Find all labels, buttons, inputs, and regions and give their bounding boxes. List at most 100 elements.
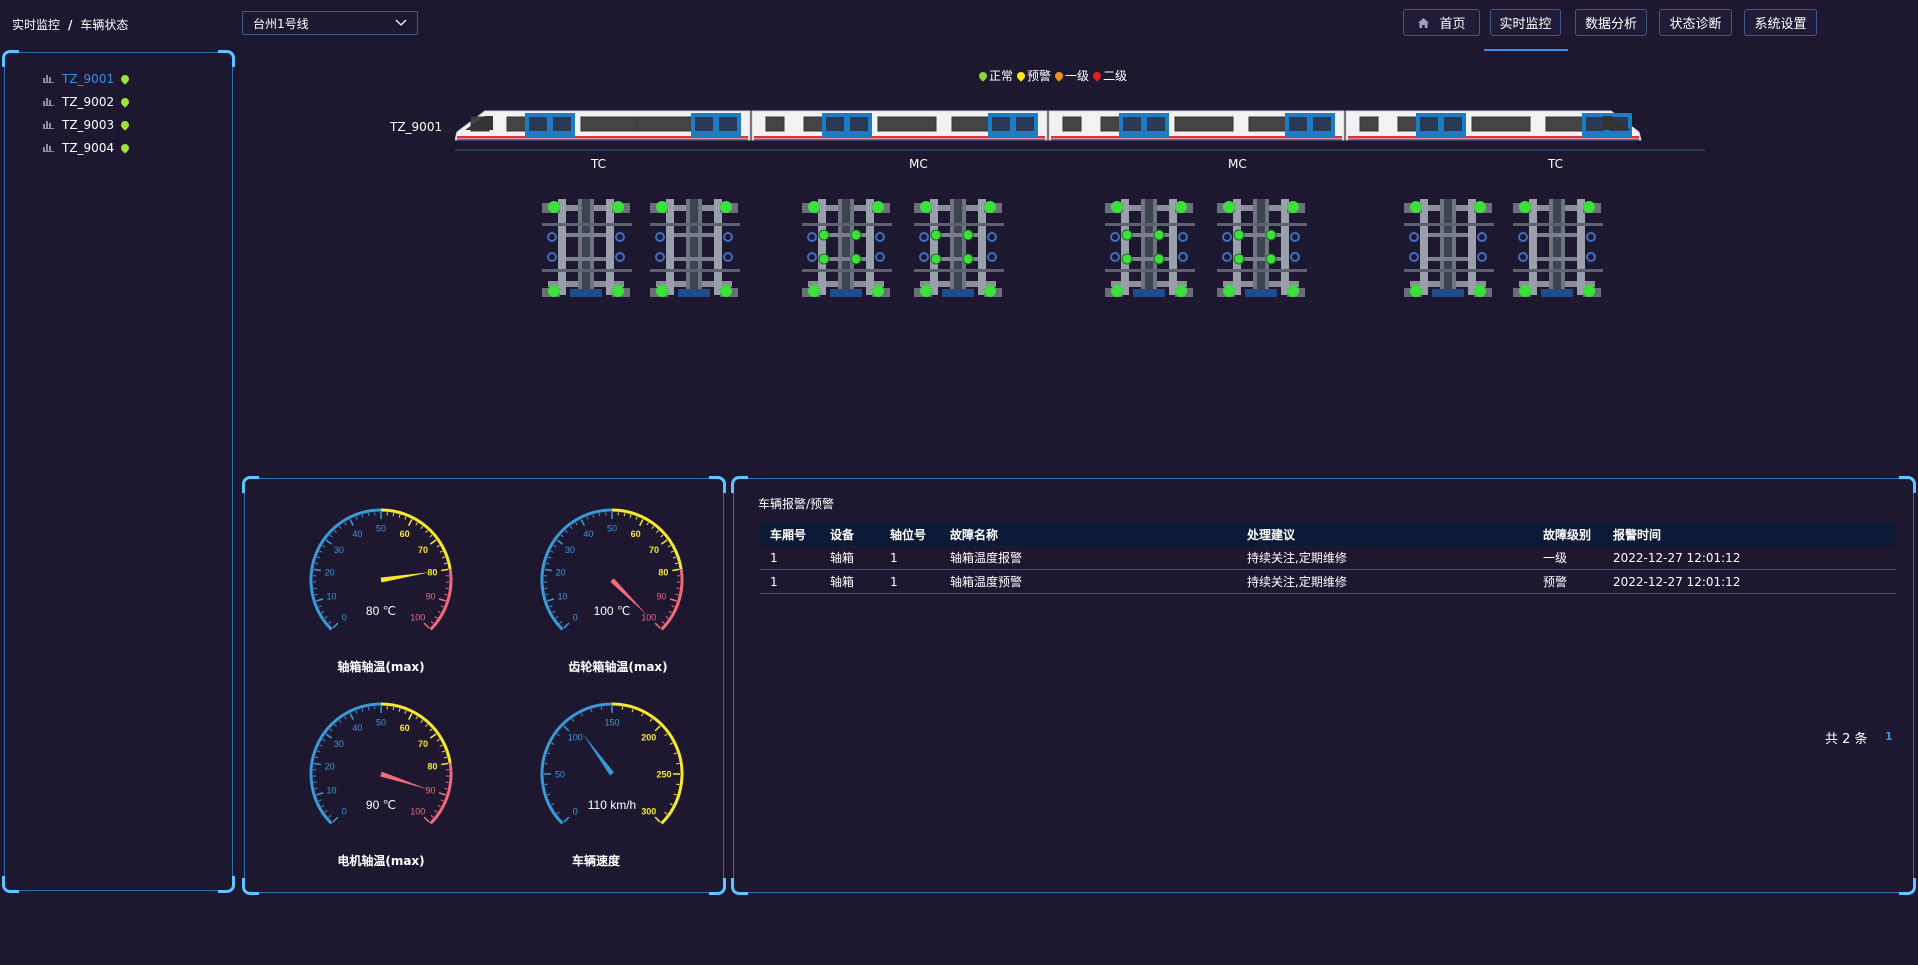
train-car[interactable]: [455, 110, 751, 141]
sensor-status-dot[interactable]: [1175, 285, 1187, 297]
sensor-status-dot[interactable]: [656, 201, 668, 213]
sensor-status-dot[interactable]: [1519, 285, 1531, 297]
sensor-status-dot[interactable]: [930, 229, 942, 241]
bogie-diagram[interactable]: [1103, 193, 1195, 303]
sensor-status-dot[interactable]: [548, 201, 560, 213]
sensor-status-dot[interactable]: [920, 201, 932, 213]
nav-analysis-button[interactable]: 数据分析: [1575, 9, 1647, 36]
gauge-tick: [444, 593, 448, 596]
gauge-tick: [439, 550, 443, 553]
pagination-total: 共 2 条: [1825, 732, 1868, 747]
gauge-tick: [361, 514, 364, 518]
sensor-status-dot[interactable]: [808, 285, 820, 297]
sensor-status-dot[interactable]: [1175, 201, 1187, 213]
sensor-status-dot[interactable]: [1474, 285, 1486, 297]
gauge-tick: [318, 799, 322, 802]
gauge-tick: [547, 556, 552, 559]
gauge-tick: [324, 810, 328, 813]
table-cell: 1: [880, 569, 940, 594]
table-row[interactable]: 1 轴箱 1 轴箱温度预警 持续关注,定期维修 预警 2022-12-27 12…: [760, 569, 1896, 594]
sensor-status-dot[interactable]: [1287, 285, 1299, 297]
sensor-status-dot[interactable]: [850, 229, 862, 241]
sensor-status-dot[interactable]: [1233, 229, 1245, 241]
bogie-diagram[interactable]: [1215, 193, 1307, 303]
gauge-tick: [420, 525, 424, 529]
sensor-status-dot[interactable]: [1233, 253, 1245, 265]
sensor-status-dot[interactable]: [1474, 201, 1486, 213]
sensor-status-dot[interactable]: [872, 201, 884, 213]
sensor-status-dot[interactable]: [962, 253, 974, 265]
sensor-status-dot[interactable]: [930, 253, 942, 265]
tree-item-tz9002[interactable]: TZ_9002: [43, 90, 131, 113]
sensor-status-dot[interactable]: [612, 201, 624, 213]
sensor-status-dot[interactable]: [1410, 201, 1422, 213]
train-car[interactable]: [751, 110, 1048, 141]
train-car[interactable]: [1345, 110, 1642, 141]
sensor-status-dot[interactable]: [1153, 253, 1165, 265]
sensor-status-dot[interactable]: [1265, 229, 1277, 241]
tree-item-tz9004[interactable]: TZ_9004: [43, 136, 131, 159]
gauge-tick: [646, 522, 649, 526]
sensor-status-dot[interactable]: [1223, 201, 1235, 213]
legend-level2: 二级: [1091, 67, 1127, 84]
tree-item-tz9001[interactable]: TZ_9001: [43, 67, 131, 90]
sensor-status-dot[interactable]: [720, 285, 732, 297]
nav-realtime-button[interactable]: 实时监控: [1490, 9, 1561, 36]
gauge-tick: [324, 616, 328, 619]
gauge-tick: [434, 810, 438, 813]
sensor-status-dot[interactable]: [850, 253, 862, 265]
sensor-status-dot[interactable]: [1121, 253, 1133, 265]
nav-home-button[interactable]: 首页: [1403, 9, 1480, 36]
sensor-status-dot[interactable]: [920, 285, 932, 297]
gauge-tick-label: 60: [631, 529, 641, 539]
status-legend: 正常 预警 一级 二级: [977, 67, 1127, 84]
tree-item-tz9003[interactable]: TZ_9003: [43, 113, 131, 136]
bogie-diagram[interactable]: [800, 193, 892, 303]
bogie-diagram[interactable]: [1511, 193, 1603, 303]
sensor-status-dot[interactable]: [818, 253, 830, 265]
table-row[interactable]: 1 轴箱 1 轴箱温度报警 持续关注,定期维修 一级 2022-12-27 12…: [760, 546, 1896, 570]
pagination-page-1[interactable]: 1: [1885, 730, 1893, 743]
sensor-status-dot[interactable]: [1111, 285, 1123, 297]
sensor-status-dot[interactable]: [1265, 253, 1277, 265]
sensor-status-dot[interactable]: [612, 285, 624, 297]
sensor-status-dot[interactable]: [984, 201, 996, 213]
gauge-arc: [611, 508, 683, 570]
sensor-status-dot[interactable]: [1287, 201, 1299, 213]
gauge-needle: [582, 733, 615, 776]
sensor-status-dot[interactable]: [1111, 201, 1123, 213]
nav-diagnosis-button[interactable]: 状态诊断: [1659, 9, 1732, 36]
sensor-status-dot[interactable]: [984, 285, 996, 297]
sensor-status-dot[interactable]: [1583, 201, 1595, 213]
train-car[interactable]: [1048, 110, 1345, 141]
sensor-status-dot[interactable]: [1223, 285, 1235, 297]
nav-settings-button[interactable]: 系统设置: [1744, 9, 1817, 36]
bogie-diagram[interactable]: [912, 193, 1004, 303]
panel-corner: [709, 476, 726, 493]
bogie-diagram[interactable]: [540, 193, 632, 303]
gauge-tick: [344, 522, 347, 526]
sensor-status-dot[interactable]: [808, 201, 820, 213]
sensor-status-dot[interactable]: [1583, 285, 1595, 297]
gauge-tick: [556, 733, 560, 737]
bogie-diagram[interactable]: [1402, 193, 1494, 303]
sensor-status-dot[interactable]: [548, 285, 560, 297]
sensor-status-dot[interactable]: [1519, 201, 1531, 213]
gauge-tick-label: 90: [656, 592, 666, 602]
bar-chart-icon: [43, 144, 54, 152]
tree-item-label: TZ_9003: [62, 117, 115, 132]
breadcrumb-root[interactable]: 实时监控: [12, 18, 60, 32]
line-select[interactable]: 台州1号线: [242, 11, 418, 35]
sensor-status-dot[interactable]: [872, 285, 884, 297]
sensor-status-dot[interactable]: [720, 201, 732, 213]
sensor-status-dot[interactable]: [962, 229, 974, 241]
sensor-status-dot[interactable]: [1121, 229, 1133, 241]
sensor-status-dot[interactable]: [1153, 229, 1165, 241]
gauge-tick-label: 60: [400, 529, 410, 539]
gauge-tick: [671, 605, 675, 608]
gauge-tick: [334, 530, 337, 533]
sensor-status-dot[interactable]: [656, 285, 668, 297]
sensor-status-dot[interactable]: [1410, 285, 1422, 297]
bogie-diagram[interactable]: [648, 193, 740, 303]
sensor-status-dot[interactable]: [818, 229, 830, 241]
